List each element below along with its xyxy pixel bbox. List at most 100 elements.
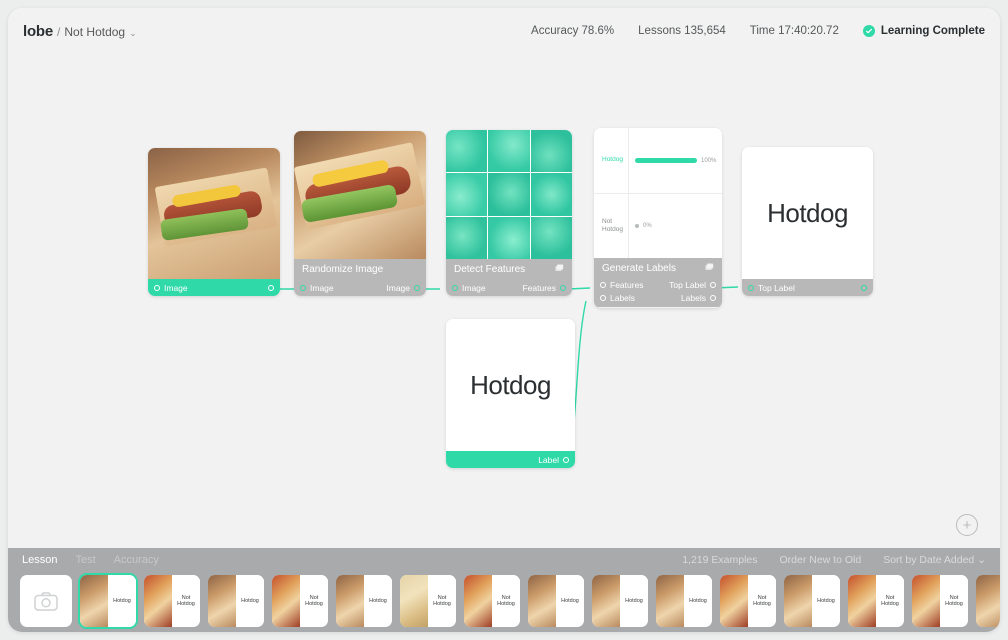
port-dot-icon[interactable] <box>560 284 566 291</box>
port-dot-icon[interactable] <box>452 284 458 291</box>
port-labels-out[interactable]: Labels <box>681 293 716 303</box>
port-features-out[interactable]: Features <box>522 283 566 293</box>
port-top-label-in[interactable]: Top Label <box>748 283 795 293</box>
port-row-secondary[interactable]: Labels Labels <box>594 291 722 304</box>
port-dot-icon[interactable] <box>154 284 160 291</box>
feature-cell <box>530 216 572 259</box>
port-dot-icon[interactable] <box>710 281 716 288</box>
port-dot-icon[interactable] <box>748 284 754 291</box>
chart-category-label: Not Hotdog <box>602 217 623 233</box>
node-top-label-card[interactable]: Hotdog Top Label <box>742 147 873 296</box>
port-dot-icon[interactable] <box>268 284 274 291</box>
example-thumbnail[interactable]: Hotdog <box>656 575 712 627</box>
chevron-down-icon[interactable]: ⌄ <box>129 28 137 39</box>
port-features-in[interactable]: Features <box>600 280 644 290</box>
node-ports[interactable]: Image Image <box>294 279 426 296</box>
port-right-connector[interactable] <box>268 284 274 291</box>
port-image-out[interactable]: Image <box>386 283 420 293</box>
chart-bar <box>635 158 697 163</box>
feature-cell <box>530 173 572 216</box>
tab-accuracy[interactable]: Accuracy <box>114 554 159 566</box>
example-thumbnail[interactable]: Hotdog <box>976 575 1000 627</box>
app-logo: lobe <box>23 22 54 40</box>
node-input-image[interactable]: Image <box>148 148 280 296</box>
example-image <box>464 575 492 627</box>
port-top-label-out[interactable]: Top Label <box>669 280 716 290</box>
example-image <box>976 575 1000 627</box>
example-image <box>720 575 748 627</box>
add-node-button[interactable]: + <box>956 514 978 536</box>
examples-toolbar-right: 1,219 Examples Order New to Old Sort by … <box>660 554 986 566</box>
example-thumbnail[interactable]: Not Hotdog <box>400 575 456 627</box>
accuracy-stat: Accuracy 78.6% <box>531 25 615 37</box>
example-thumbnail[interactable]: Not Hotdog <box>848 575 904 627</box>
port-dot-icon[interactable] <box>600 294 606 301</box>
examples-strip[interactable]: Hotdog Not Hotdog Hotdog Not Hotdog Hotdog No… <box>8 572 1000 630</box>
graph-canvas[interactable]: Image Randomize Image Image Image Detect… <box>8 54 1000 548</box>
node-ports[interactable]: Label <box>446 451 575 468</box>
tab-test[interactable]: Test <box>75 554 95 566</box>
hotdog-photo <box>294 131 426 259</box>
port-labels-in[interactable]: Labels <box>600 293 635 303</box>
node-label-card[interactable]: Hotdog Label <box>446 319 575 468</box>
project-name[interactable]: Not Hotdog <box>64 25 125 39</box>
example-thumbnail[interactable]: Hotdog <box>592 575 648 627</box>
tab-lesson[interactable]: Lesson <box>22 554 57 566</box>
port-label-out[interactable]: Label <box>538 455 569 465</box>
example-thumbnail[interactable]: Hotdog <box>208 575 264 627</box>
port-label: Image <box>386 282 410 293</box>
example-label: Not Hotdog <box>172 575 200 627</box>
node-randomize-image[interactable]: Randomize Image Image Image <box>294 131 426 296</box>
feature-cell <box>446 216 488 259</box>
sort-control[interactable]: Sort by Date Added ⌄ <box>883 554 986 566</box>
status-badge: Learning Complete <box>862 25 985 37</box>
port-dot-icon[interactable] <box>414 284 420 291</box>
chart-value-label: 0% <box>643 223 652 229</box>
port-row-primary[interactable]: Features Top Label <box>594 278 722 291</box>
example-label: Not Hotdog <box>300 575 328 627</box>
port-right-connector[interactable] <box>861 284 867 291</box>
example-image <box>208 575 236 627</box>
port-image-out[interactable]: Image <box>154 283 188 293</box>
example-label: Hotdog <box>620 575 648 627</box>
feature-cell <box>446 130 488 173</box>
breadcrumb-separator: / <box>57 24 61 39</box>
node-ports[interactable]: Features Top Label Labels Labels <box>594 278 722 307</box>
example-thumbnail[interactable]: Not Hotdog <box>720 575 776 627</box>
node-image-preview <box>294 131 426 259</box>
breadcrumb: lobe / Not Hotdog ⌄ <box>23 23 137 40</box>
node-detect-features[interactable]: Detect Features Image Features <box>446 130 572 296</box>
node-generate-labels[interactable]: Hotdog 100% Not Hotdog 0% Generate Label… <box>594 128 722 308</box>
chevron-down-icon: ⌄ <box>977 554 986 566</box>
port-dot-icon[interactable] <box>861 284 867 291</box>
example-label: Hotdog <box>812 575 840 627</box>
port-label: Image <box>462 282 486 293</box>
example-thumbnail[interactable]: Not Hotdog <box>464 575 520 627</box>
layers-icon[interactable] <box>555 264 564 275</box>
node-image-preview <box>148 148 280 279</box>
example-thumbnail[interactable]: Hotdog <box>528 575 584 627</box>
example-thumbnail[interactable]: Not Hotdog <box>144 575 200 627</box>
node-title-bar: Randomize Image <box>294 259 426 279</box>
port-image-in[interactable]: Image <box>452 283 486 293</box>
port-dot-icon[interactable] <box>710 294 716 301</box>
example-thumbnail[interactable]: Not Hotdog <box>912 575 968 627</box>
port-dot-icon[interactable] <box>563 456 569 463</box>
port-image-in[interactable]: Image <box>300 283 334 293</box>
layers-icon[interactable] <box>705 263 714 274</box>
port-label: Features <box>610 279 644 290</box>
lessons-stat: Lessons 135,654 <box>638 25 726 37</box>
add-example-camera-button[interactable] <box>20 575 72 627</box>
node-title-bar: Generate Labels <box>594 258 722 278</box>
example-thumbnail[interactable]: Not Hotdog <box>272 575 328 627</box>
example-thumbnail[interactable]: Hotdog <box>80 575 136 627</box>
example-thumbnail[interactable]: Hotdog <box>336 575 392 627</box>
order-control[interactable]: Order New to Old <box>780 554 862 566</box>
node-ports[interactable]: Top Label <box>742 279 873 296</box>
example-thumbnail[interactable]: Hotdog <box>784 575 840 627</box>
port-dot-icon[interactable] <box>300 284 306 291</box>
node-ports[interactable]: Image <box>148 279 280 296</box>
node-ports[interactable]: Image Features <box>446 279 572 296</box>
port-dot-icon[interactable] <box>600 281 606 288</box>
example-label: Not Hotdog <box>940 575 968 627</box>
